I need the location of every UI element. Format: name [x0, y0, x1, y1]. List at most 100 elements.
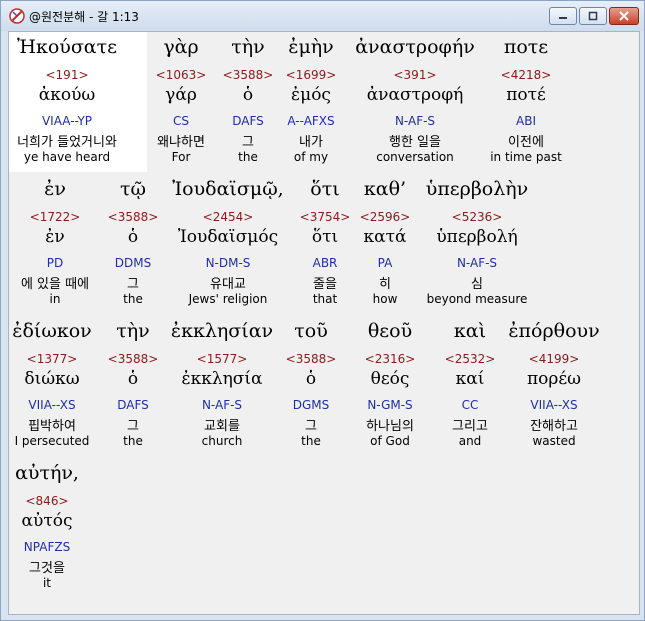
korean-gloss: 그 [242, 135, 254, 150]
morphology-code[interactable]: DAFS [232, 114, 264, 128]
korean-gloss: 심 [471, 277, 483, 292]
greek-word: τῷ [119, 178, 147, 200]
verse-line: Ἠκούσατε <191> ἀκούω VIAA--YP 너희가 들었거니와 … [9, 32, 641, 172]
title-bar[interactable]: @원전분해 - 갈 1:13 [1, 1, 644, 31]
strong-number[interactable]: <2454> [203, 210, 254, 224]
morphology-code[interactable]: PA [378, 256, 393, 270]
morphology-code[interactable]: VIAA--YP [42, 114, 92, 128]
strong-number[interactable]: <2532> [445, 352, 496, 366]
korean-gloss: 유대교 [210, 277, 246, 292]
morphology-code[interactable]: N-DM-S [206, 256, 251, 270]
lemma: ὁ [242, 85, 254, 105]
verse-line: ἐν <1722> ἐν PD 에 있을 때에 in τῷ <3588> ὁ D… [9, 174, 641, 314]
lemma: ὑπερβολή [436, 227, 518, 247]
lemma: ἀκούω [38, 85, 96, 105]
lemma: ἐν [45, 227, 65, 247]
greek-word: ὑπερβολὴν [425, 178, 529, 200]
strong-number[interactable]: <3588> [286, 352, 337, 366]
english-gloss: the [238, 150, 258, 164]
maximize-button[interactable] [579, 7, 607, 25]
app-window: @원전분해 - 갈 1:13 Ἠκούσατε <191> ἀκούω VIAA… [0, 0, 645, 621]
lemma: ἐμός [291, 85, 331, 105]
morphology-code[interactable]: DAFS [117, 398, 149, 412]
strong-number[interactable]: <5236> [452, 210, 503, 224]
lemma: αὐτός [21, 511, 73, 531]
korean-gloss: 그리고 [452, 419, 488, 434]
morphology-code[interactable]: CS [173, 114, 189, 128]
english-gloss: beyond measure [426, 292, 528, 306]
korean-gloss: 이전에 [508, 135, 544, 150]
korean-gloss: 그것을 [29, 561, 65, 576]
morphology-code[interactable]: N-AF-S [202, 398, 242, 412]
english-gloss: it [42, 576, 52, 590]
korean-gloss: 줄을 [313, 277, 337, 292]
verse-line: ἐδίωκον <1377> διώκω VIIA--XS 핍박하여 I per… [9, 316, 641, 456]
english-gloss: the [123, 434, 143, 448]
greek-word: ἐμὴν [288, 36, 334, 58]
greek-word: Ἠκούσατε [17, 36, 117, 58]
morphology-code[interactable]: ABR [313, 256, 338, 270]
strong-number[interactable]: <3588> [108, 210, 159, 224]
greek-word: καθ’ [363, 178, 407, 200]
morphology-code[interactable]: ABI [516, 114, 536, 128]
strong-number[interactable]: <3754> [300, 210, 351, 224]
morphology-code[interactable]: N-AF-S [457, 256, 497, 270]
greek-word: ἐδίωκον [12, 320, 92, 342]
english-gloss: church [201, 434, 243, 448]
korean-gloss: 행한 일을 [389, 135, 441, 150]
lemma: ἀναστροφή [366, 85, 464, 105]
korean-gloss: 하나님의 [366, 419, 414, 434]
strong-number[interactable]: <4199> [529, 352, 580, 366]
strong-number[interactable]: <846> [25, 494, 68, 508]
english-gloss: in [49, 292, 61, 306]
english-gloss: that [312, 292, 338, 306]
korean-gloss: 교회를 [204, 419, 240, 434]
lemma: καί [455, 369, 485, 389]
strong-number[interactable]: <4218> [501, 68, 552, 82]
strong-number[interactable]: <1699> [286, 68, 337, 82]
morphology-code[interactable]: A--AFXS [287, 114, 334, 128]
morphology-code[interactable]: DDMS [115, 256, 151, 270]
korean-gloss: 히 [379, 277, 391, 292]
morphology-code[interactable]: PD [47, 256, 63, 270]
minimize-icon [559, 17, 567, 19]
strong-number[interactable]: <2316> [365, 352, 416, 366]
morphology-code[interactable]: CC [462, 398, 479, 412]
korean-gloss: 내가 [299, 135, 323, 150]
lemma: ποτέ [506, 85, 546, 105]
strong-number[interactable]: <391> [393, 68, 436, 82]
strong-number[interactable]: <191> [45, 68, 88, 82]
english-gloss: the [123, 292, 143, 306]
lemma: διώκω [24, 369, 80, 389]
greek-word: ποτε [503, 36, 549, 58]
verse-line: αὐτήν, <846> αὐτός NPAFZS 그것을 it [9, 458, 641, 598]
close-button[interactable] [609, 7, 639, 25]
lemma: Ἰουδαϊσμός [177, 227, 279, 247]
lemma: πορέω [526, 369, 582, 389]
korean-gloss: 너희가 들었거니와 [17, 135, 117, 150]
english-gloss: I persecuted [14, 434, 90, 448]
english-gloss: Jews' religion [188, 292, 268, 306]
korean-gloss: 핍박하여 [28, 419, 76, 434]
lemma: ὁ [127, 227, 139, 247]
greek-word: τὴν [231, 36, 265, 58]
minimize-button[interactable] [549, 7, 577, 25]
strong-number[interactable]: <2596> [360, 210, 411, 224]
morphology-code[interactable]: NPAFZS [24, 540, 70, 554]
strong-number[interactable]: <3588> [108, 352, 159, 366]
window-title: @원전분해 - 갈 1:13 [29, 10, 139, 24]
strong-number[interactable]: <1063> [156, 68, 207, 82]
morphology-code[interactable]: N-AF-S [395, 114, 435, 128]
morphology-code[interactable]: VIIA--XS [28, 398, 75, 412]
strong-number[interactable]: <3588> [223, 68, 274, 82]
strong-number[interactable]: <1377> [27, 352, 78, 366]
lemma: θεός [370, 369, 410, 389]
morphology-code[interactable]: DGMS [293, 398, 330, 412]
strong-number[interactable]: <1722> [30, 210, 81, 224]
interlinear-view[interactable]: Ἠκούσατε <191> ἀκούω VIAA--YP 너희가 들었거니와 … [8, 31, 640, 615]
app-icon[interactable] [7, 6, 27, 26]
strong-number[interactable]: <1577> [197, 352, 248, 366]
morphology-code[interactable]: VIIA--XS [530, 398, 577, 412]
greek-word: καὶ [453, 320, 487, 342]
morphology-code[interactable]: N-GM-S [367, 398, 412, 412]
